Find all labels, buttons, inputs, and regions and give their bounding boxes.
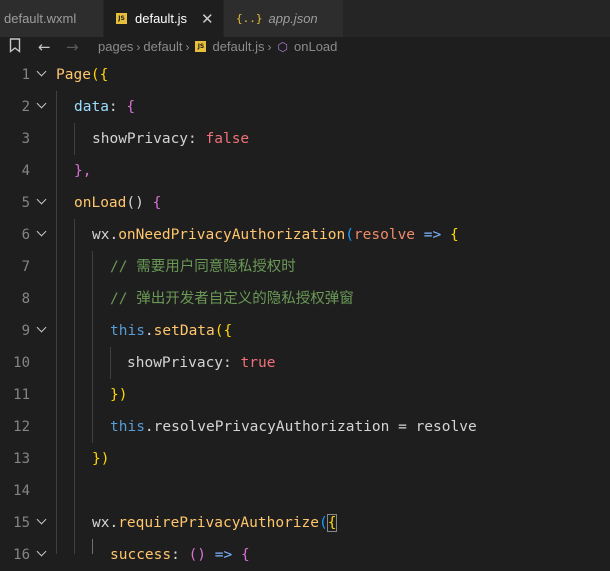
code-text: success: () => { [110, 547, 250, 563]
method-symbol-icon: ⬡ [277, 39, 288, 54]
fold-chevron-icon[interactable] [36, 546, 47, 557]
code-text: showPrivacy: true [127, 355, 276, 371]
code-line: 13 }) [0, 443, 610, 475]
code-text: Page({ [56, 67, 109, 83]
tab-app-json[interactable]: {..} app.json [224, 0, 344, 37]
code-line: 11 }) [0, 379, 610, 411]
code-comment: // 弹出开发者自定义的隐私授权弹窗 [110, 291, 354, 307]
code-text: }) [92, 451, 110, 467]
code-line: 16 success: () => { [0, 539, 610, 571]
code-line: 9 this.setData({ [0, 315, 610, 347]
tab-label: default.wxml [4, 11, 77, 26]
line-number: 8 [21, 291, 30, 307]
bookmark-icon[interactable] [9, 38, 21, 53]
line-number: 14 [13, 483, 30, 499]
code-line: 10 showPrivacy: true [0, 347, 610, 379]
code-text: }, [74, 163, 92, 179]
line-number: 11 [13, 387, 30, 403]
chevron-right-icon: › [185, 39, 190, 54]
breadcrumb: pages › default › JS default.js › ⬡ onLo… [98, 39, 337, 54]
code-line: 2 data: { [0, 91, 610, 123]
code-line: 3 showPrivacy: false [0, 123, 610, 155]
code-text: data: { [74, 99, 136, 115]
code-line: 4 }, [0, 155, 610, 187]
code-text: this.setData({ [110, 323, 233, 339]
js-file-icon: JS [116, 13, 127, 24]
breadcrumb-item-pages[interactable]: pages [98, 39, 133, 54]
forward-arrow-icon[interactable]: → [66, 38, 79, 56]
code-text: showPrivacy: false [92, 131, 250, 147]
line-number: 12 [13, 419, 30, 435]
tab-label: default.js [135, 11, 188, 26]
line-number: 13 [13, 451, 30, 467]
code-editor[interactable]: 1 Page({ 2 data: { 3 showPrivacy: false … [0, 59, 610, 563]
close-icon[interactable]: ✕ [201, 10, 214, 28]
code-line: 6 wx.onNeedPrivacyAuthorization(resolve … [0, 219, 610, 251]
code-text: this.resolvePrivacyAuthorization = resol… [110, 419, 477, 435]
breadcrumb-item-onload[interactable]: onLoad [294, 39, 337, 54]
code-text: wx.onNeedPrivacyAuthorization(resolve =>… [92, 227, 459, 243]
code-line: 5 onLoad() { [0, 187, 610, 219]
js-file-icon: JS [195, 41, 207, 52]
code-line: 8 // 弹出开发者自定义的隐私授权弹窗 [0, 283, 610, 315]
fold-chevron-icon[interactable] [36, 322, 47, 333]
line-number: 15 [13, 515, 30, 531]
breadcrumb-bar: ← → pages › default › JS default.js › ⬡ … [0, 37, 610, 59]
back-arrow-icon[interactable]: ← [38, 38, 51, 56]
code-text: onLoad() { [74, 195, 162, 211]
line-number: 1 [21, 67, 30, 83]
breadcrumb-item-default[interactable]: default [143, 39, 182, 54]
fold-chevron-icon[interactable] [36, 98, 47, 109]
chevron-right-icon: › [267, 39, 272, 54]
breadcrumb-item-file[interactable]: default.js [212, 39, 264, 54]
fold-chevron-icon[interactable] [36, 66, 47, 77]
line-number: 3 [21, 131, 30, 147]
fold-chevron-icon[interactable] [36, 194, 47, 205]
tab-bar: default.wxml JS default.js ✕ {..} app.js… [0, 0, 610, 37]
code-comment: // 需要用户同意隐私授权时 [110, 259, 296, 275]
fold-chevron-icon[interactable] [36, 226, 47, 237]
line-number: 10 [13, 355, 30, 371]
line-number: 5 [21, 195, 30, 211]
line-number: 9 [21, 323, 30, 339]
line-number: 6 [21, 227, 30, 243]
code-text: }) [110, 387, 128, 403]
tab-label: app.json [268, 11, 318, 26]
line-number: 16 [13, 547, 30, 563]
code-line: 15 wx.requirePrivacyAuthorize({ [0, 507, 610, 539]
line-number: 4 [21, 163, 30, 179]
json-file-icon: {..} [236, 12, 263, 25]
code-text: wx.requirePrivacyAuthorize({ [92, 514, 338, 532]
code-line: 14 [0, 475, 610, 507]
tab-default-js[interactable]: JS default.js ✕ [104, 0, 224, 37]
fold-chevron-icon[interactable] [36, 514, 47, 525]
code-line: 12 this.resolvePrivacyAuthorization = re… [0, 411, 610, 443]
line-number: 2 [21, 99, 30, 115]
tab-default-wxml[interactable]: default.wxml [0, 0, 104, 37]
line-number: 7 [21, 259, 30, 275]
code-line: 7 // 需要用户同意隐私授权时 [0, 251, 610, 283]
code-line: 1 Page({ [0, 59, 610, 91]
chevron-right-icon: › [136, 39, 141, 54]
